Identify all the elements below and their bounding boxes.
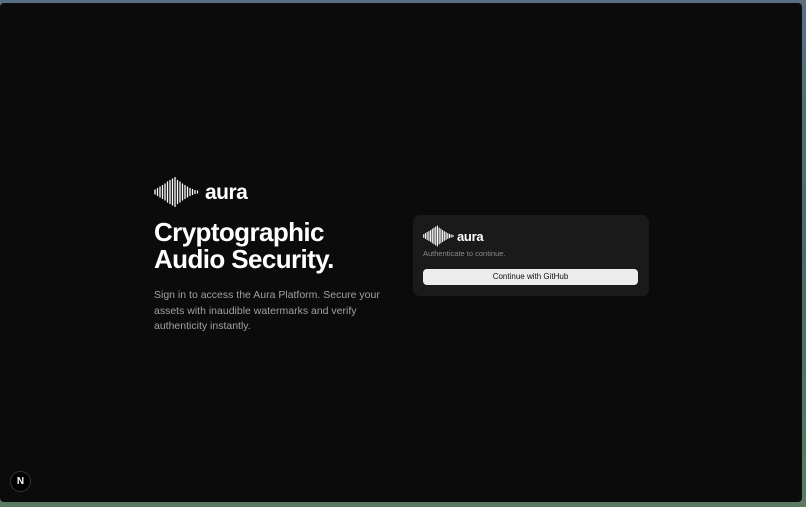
card-brand: aura [423,225,484,247]
page-headline: Cryptographic Audio Security. [154,217,334,274]
continue-with-github-button[interactable]: Continue with GitHub [423,269,638,285]
waveform-logo-svg [154,176,199,208]
waveform-logo-svg-small [423,225,454,247]
nextjs-icon: N [16,476,25,487]
waveform-icon [154,176,199,208]
hero-brand: aura [154,175,394,209]
waveform-icon [423,225,454,247]
brand-name: aura [205,181,248,204]
hero-section: aura Cryptographic Audio Security. Sign … [154,175,394,335]
hero-description: Sign in to access the Aura Platform. Sec… [154,289,380,332]
auth-caption: Authenticate to continue. [423,249,506,258]
card-brand-name: aura [457,228,484,244]
nextjs-dev-badge[interactable]: N [10,471,31,492]
app-window: aura Cryptographic Audio Security. Sign … [0,3,802,502]
auth-card: aura Authenticate to continue. Continue … [413,215,649,296]
